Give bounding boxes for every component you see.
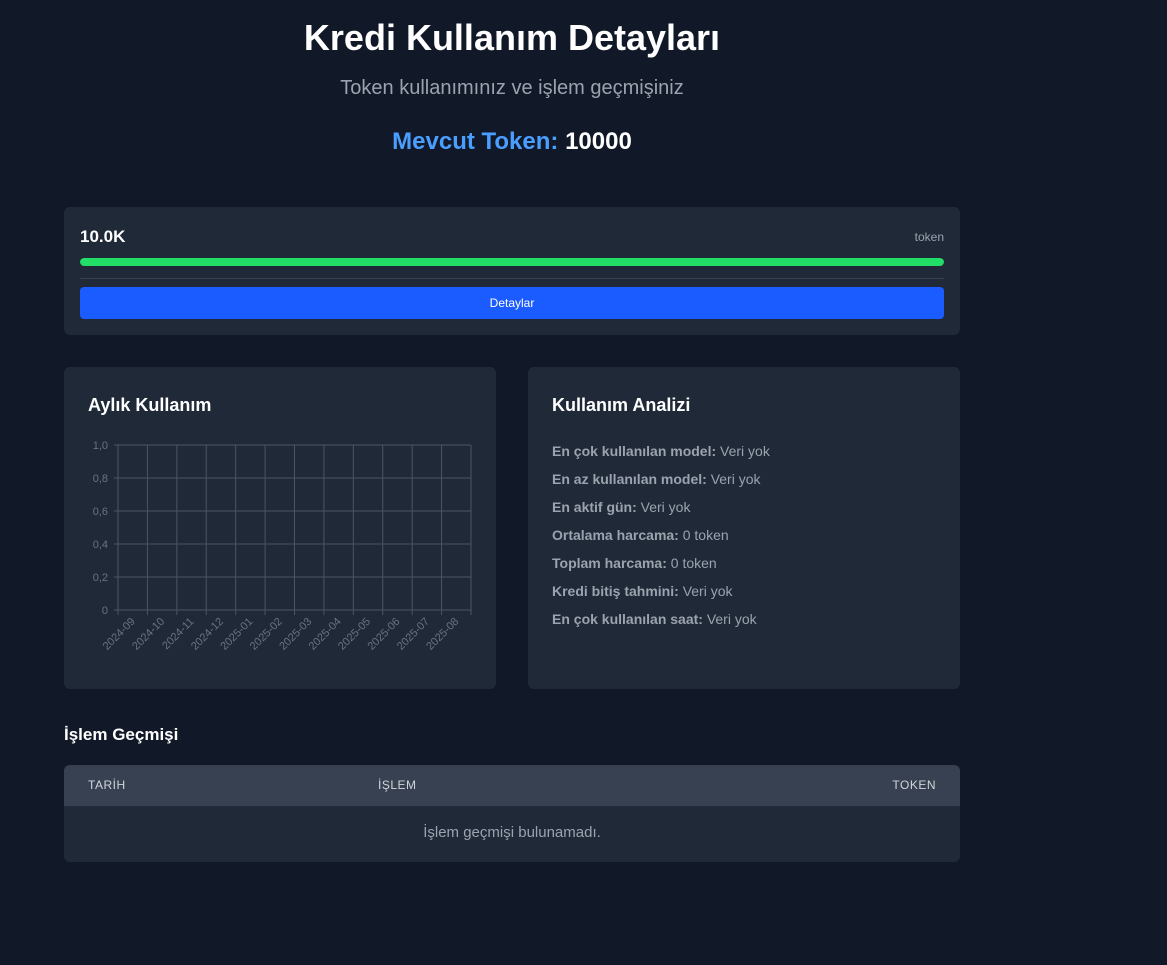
analysis-label: En az kullanılan model: — [552, 471, 707, 487]
chart-x-tick-label: 2024-10 — [130, 616, 167, 653]
token-balance-label: Mevcut Token: — [392, 128, 559, 155]
token-unit: token — [914, 230, 944, 244]
analysis-item: En çok kullanılan model: Veri yok — [552, 437, 770, 465]
analysis-value: Veri yok — [682, 583, 733, 599]
analysis-value: Veri yok — [706, 611, 757, 627]
analysis-item: En çok kullanılan saat: Veri yok — [552, 605, 770, 633]
analysis-label: Ortalama harcama: — [552, 527, 679, 543]
token-balance-value: 10000 — [565, 128, 632, 155]
chart-y-tick-label: 0,2 — [93, 572, 108, 584]
analysis-value: 0 token — [682, 527, 729, 543]
token-amount: 10.0K — [80, 227, 126, 246]
token-progress-bar — [80, 258, 944, 266]
analysis-value: Veri yok — [640, 499, 691, 515]
chart-y-tick-label: 0,8 — [93, 473, 108, 485]
chart-y-tick-label: 1,0 — [93, 440, 108, 452]
token-card: 10.0K token Detaylar — [64, 207, 960, 335]
chart-y-tick-label: 0,6 — [93, 506, 108, 518]
usage-analysis-title: Kullanım Analizi — [552, 395, 691, 415]
history-table-header: TARİH İŞLEM TOKEN — [64, 765, 960, 806]
analysis-item: Ortalama harcama: 0 token — [552, 521, 770, 549]
analysis-label: Kredi bitiş tahmini: — [552, 583, 679, 599]
page-subtitle: Token kullanımınız ve işlem geçmişiniz — [340, 77, 684, 99]
token-balance: Mevcut Token: 10000 — [64, 128, 960, 156]
column-header-date[interactable]: TARİH — [88, 778, 126, 792]
analysis-item: Toplam harcama: 0 token — [552, 549, 770, 577]
analysis-label: Toplam harcama: — [552, 555, 667, 571]
token-progress-fill — [80, 258, 944, 266]
divider — [80, 278, 944, 279]
chart-x-tick-label: 2025-08 — [424, 616, 461, 653]
column-header-token[interactable]: TOKEN — [892, 778, 936, 792]
chart-y-tick-label: 0,4 — [93, 539, 108, 551]
analysis-item: Kredi bitiş tahmini: Veri yok — [552, 577, 770, 605]
monthly-usage-panel: Aylık Kullanım 1,0 0,8 0,6 0,4 0,2 0 2024-09 20… — [64, 367, 496, 689]
details-button[interactable]: Detaylar — [80, 287, 944, 319]
analysis-item: En aktif gün: Veri yok — [552, 493, 770, 521]
credit-usage-page: Kredi Kullanım Detayları Token kullanımı… — [0, 0, 1167, 965]
analysis-value: Veri yok — [710, 471, 761, 487]
usage-analysis-panel: Kullanım Analizi En çok kullanılan model… — [528, 367, 960, 689]
analysis-value: 0 token — [670, 555, 717, 571]
history-table: TARİH İŞLEM TOKEN İşlem geçmişi bulunama… — [64, 765, 960, 862]
column-header-operation[interactable]: İŞLEM — [378, 778, 417, 792]
analysis-list: En çok kullanılan model: Veri yok En az … — [552, 437, 770, 633]
page-title: Kredi Kullanım Detayları — [303, 17, 721, 58]
history-empty-message: İşlem geçmişi bulunamadı. — [423, 824, 601, 841]
analysis-label: En çok kullanılan saat: — [552, 611, 703, 627]
monthly-usage-chart: 1,00,80,60,40,202024-092024-102024-11202… — [93, 440, 472, 653]
chart-y-tick-label: 0 — [102, 605, 108, 617]
analysis-value: Veri yok — [720, 443, 770, 459]
analysis-label: En aktif gün: — [552, 499, 637, 515]
analysis-item: En az kullanılan model: Veri yok — [552, 465, 770, 493]
history-title: İşlem Geçmişi — [64, 725, 179, 744]
analysis-label: En çok kullanılan model: — [552, 443, 717, 459]
